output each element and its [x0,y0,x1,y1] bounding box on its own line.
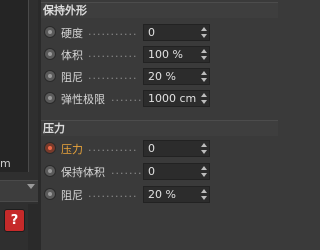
property-label: 阻尼 [61,189,83,202]
spinner-icon[interactable] [200,71,207,82]
property-label: 压力 [61,143,83,156]
volume-field[interactable]: 100 % [143,46,210,63]
left-pane: m ? [0,0,38,250]
help-button[interactable]: ? [4,209,25,232]
label-dots: ........... [88,69,138,82]
left-strip [28,204,38,250]
property-row-volume: 体积 ........... 100 % [41,44,278,66]
field-value: 20 % [148,70,176,83]
section-header-keep-shape[interactable]: 保持外形 [41,2,278,18]
viewport-area [0,0,29,172]
field-value: 0 [148,142,155,155]
spinner-icon[interactable] [200,93,207,104]
pressure-field[interactable]: 0 [143,140,210,157]
spinner-icon[interactable] [200,166,207,177]
property-row-elastic-limit: 弹性极限 ....... 1000 cm [41,88,278,110]
property-row-damping: 阻尼 ........... 20 % [41,66,278,88]
property-label: 阻尼 [61,71,83,84]
property-row-pressure-damping: 阻尼 ........... 20 % [41,184,278,206]
animate-radio-icon[interactable] [44,26,56,38]
animate-radio-icon[interactable] [44,48,56,60]
attributes-panel: 保持外形 硬度 ........... 0 体积 ........... 100… [41,0,278,250]
property-row-keep-volume: 保持体积 ....... 0 [41,161,278,183]
damping-field[interactable]: 20 % [143,68,210,85]
keep-volume-field[interactable]: 0 [143,163,210,180]
animate-radio-icon[interactable] [44,70,56,82]
pressure-damping-field[interactable]: 20 % [143,186,210,203]
animate-radio-icon[interactable] [44,92,56,104]
field-value: 20 % [148,188,176,201]
field-value: 100 % [148,48,183,61]
hardness-field[interactable]: 0 [143,24,210,41]
property-row-hardness: 硬度 ........... 0 [41,22,278,44]
spinner-icon[interactable] [200,189,207,200]
label-dots: ........... [88,47,138,60]
animate-radio-icon[interactable] [44,165,56,177]
spinner-icon[interactable] [200,27,207,38]
property-row-pressure: 压力 ........... 0 [41,138,278,160]
animate-radio-icon[interactable] [44,188,56,200]
animate-radio-icon[interactable] [44,142,56,154]
field-value: 1000 cm [148,92,197,105]
label-dots: ....... [111,91,143,104]
elastic-limit-field[interactable]: 1000 cm [143,90,210,107]
label-dots: ....... [111,164,143,177]
label-dots: ........... [88,187,138,200]
property-label: 弹性极限 [61,93,105,106]
chevron-down-icon[interactable] [27,184,35,189]
property-label: 保持体积 [61,166,105,179]
field-value: 0 [148,26,155,39]
label-dots: ........... [88,141,138,154]
spinner-icon[interactable] [200,49,207,60]
field-value: 0 [148,165,155,178]
spinner-icon[interactable] [200,143,207,154]
truncated-text: m [0,157,11,170]
property-label: 体积 [61,49,83,62]
section-header-pressure[interactable]: 压力 [41,120,278,136]
property-label: 硬度 [61,27,83,40]
label-dots: ........... [88,25,138,38]
